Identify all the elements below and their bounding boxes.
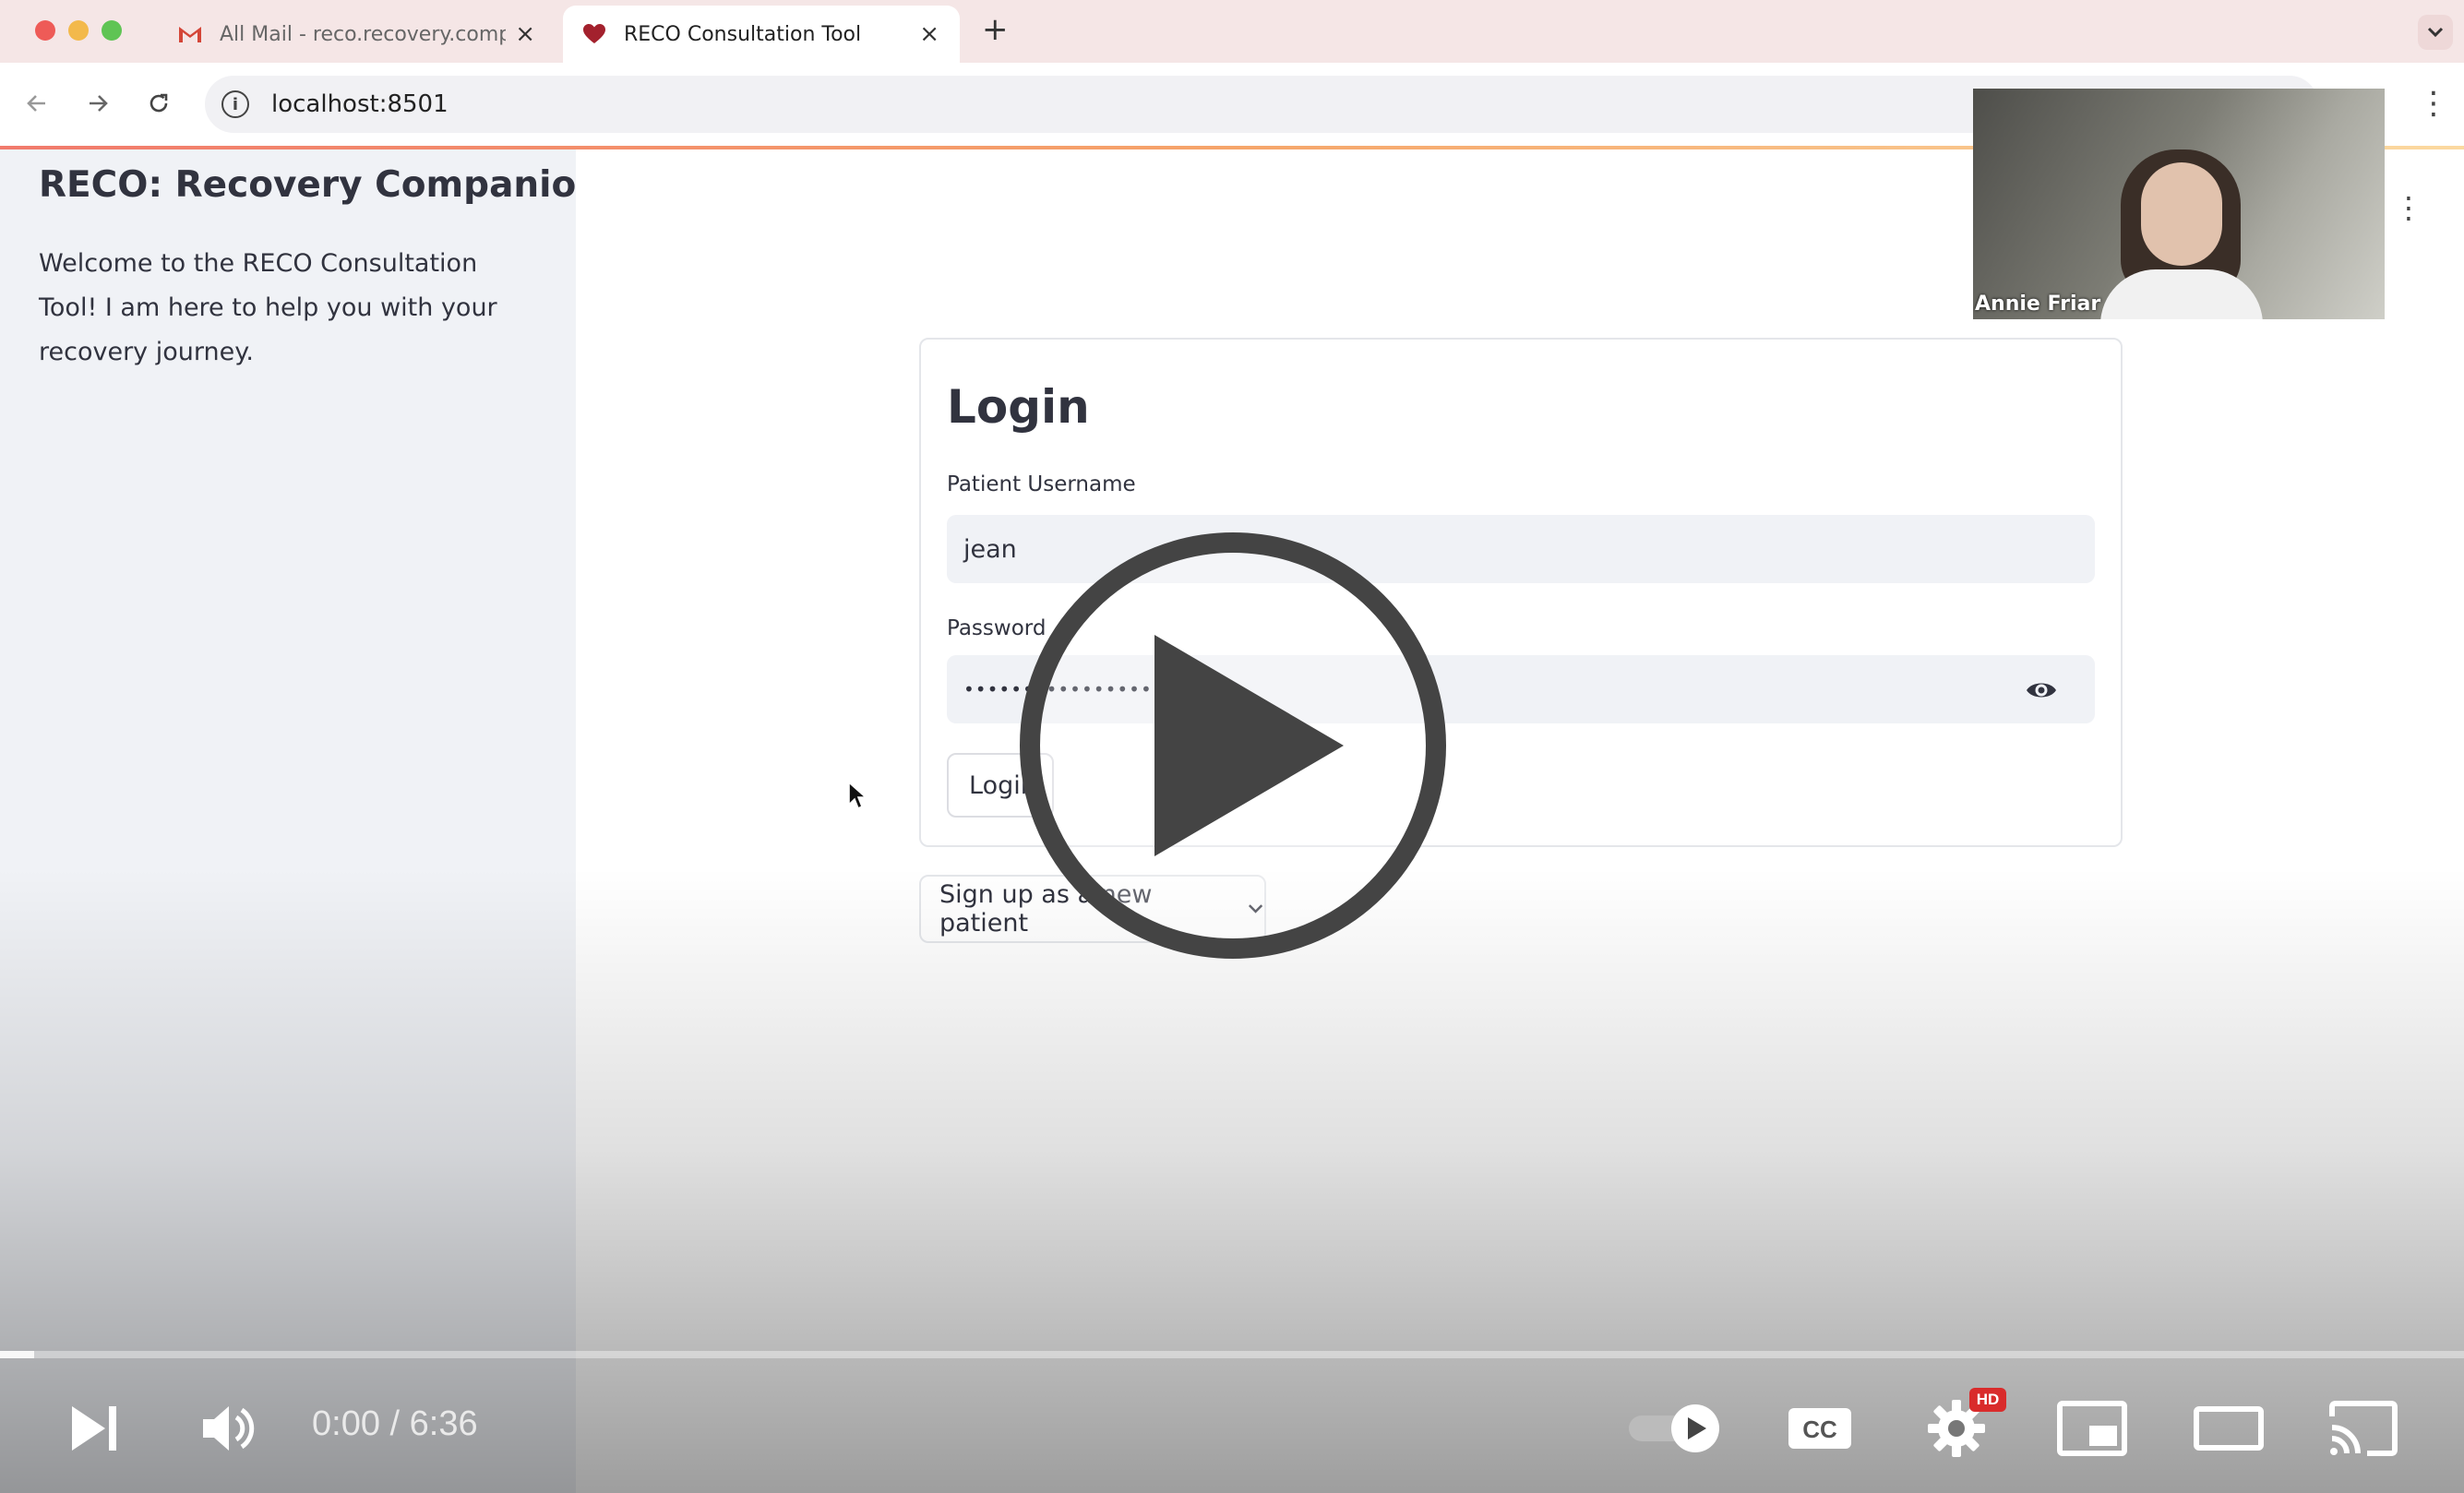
big-play-button[interactable] — [1016, 529, 1450, 962]
browser-menu-button[interactable]: ⋮ — [2418, 85, 2449, 122]
cast-icon — [2329, 1401, 2398, 1456]
site-info-icon[interactable]: i — [221, 90, 249, 118]
maximize-window-button[interactable] — [102, 20, 122, 41]
tab-title: All Mail - reco.recovery.comp — [220, 22, 506, 46]
back-button[interactable] — [18, 85, 55, 122]
gmail-icon — [177, 21, 203, 47]
captions-button[interactable]: CC — [1785, 1393, 1855, 1463]
close-tab-icon[interactable]: × — [515, 20, 535, 48]
tab-search-button[interactable] — [2418, 15, 2453, 50]
tab-title: RECO Consultation Tool — [624, 22, 862, 46]
hd-badge: HD — [1969, 1388, 2006, 1412]
video-time: 0:00 / 6:36 — [312, 1404, 478, 1443]
volume-button[interactable] — [194, 1393, 264, 1463]
autoplay-icon — [1629, 1404, 1719, 1452]
tab-all-mail[interactable]: All Mail - reco.recovery.comp × — [159, 6, 556, 63]
cast-button[interactable] — [2324, 1393, 2403, 1463]
sidebar-title: RECO: Recovery Companion — [39, 164, 603, 206]
next-video-button[interactable] — [61, 1393, 127, 1463]
webcam-overlay: Annie Friar — [1973, 89, 2385, 319]
autoplay-toggle[interactable] — [1624, 1393, 1726, 1463]
video-progress-fill — [0, 1351, 35, 1358]
new-tab-button[interactable]: + — [982, 11, 1009, 48]
theater-mode-icon — [2194, 1406, 2264, 1451]
video-progress-bar[interactable] — [0, 1351, 2464, 1358]
url-text: localhost:8501 — [271, 90, 449, 118]
heart-icon — [581, 21, 607, 47]
closed-captions-icon: CC — [1788, 1408, 1851, 1449]
minimize-window-button[interactable] — [68, 20, 89, 41]
presenter-face — [2141, 162, 2222, 266]
svg-text:CC: CC — [1802, 1415, 1837, 1443]
reload-icon — [150, 93, 168, 113]
miniplayer-button[interactable] — [2054, 1393, 2130, 1463]
miniplayer-icon — [2057, 1401, 2127, 1456]
reload-button[interactable] — [140, 85, 177, 122]
login-title: Login — [947, 380, 1090, 434]
volume-icon — [203, 1406, 255, 1451]
skip-next-icon — [72, 1406, 116, 1451]
theater-mode-button[interactable] — [2191, 1393, 2267, 1463]
username-label: Patient Username — [947, 472, 1136, 496]
browser-tab-bar: All Mail - reco.recovery.comp × RECO Con… — [0, 0, 2464, 63]
close-window-button[interactable] — [35, 20, 55, 41]
forward-button[interactable] — [79, 85, 116, 122]
username-value: jean — [963, 534, 1017, 564]
close-tab-icon[interactable]: × — [919, 20, 939, 48]
arrow-right-icon — [90, 95, 108, 112]
chevron-down-icon — [2427, 27, 2444, 38]
presenter-name: Annie Friar — [1975, 293, 2101, 316]
arrow-left-icon — [27, 95, 45, 112]
show-password-eye-icon[interactable] — [2025, 674, 2058, 707]
app-menu-button[interactable]: ⋮ — [2394, 190, 2423, 225]
sidebar-welcome-text: Welcome to the RECO Consultation Tool! I… — [39, 249, 497, 366]
tab-reco-consultation[interactable]: RECO Consultation Tool × — [563, 6, 960, 63]
mouse-cursor-icon — [848, 781, 867, 810]
